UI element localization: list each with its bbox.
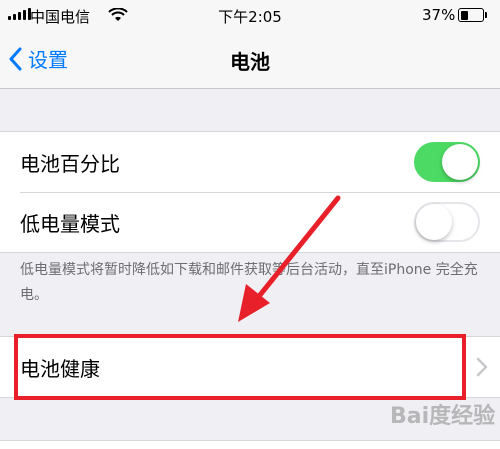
battery-tip — [485, 12, 487, 18]
next-group-edge — [0, 440, 500, 449]
toggle-knob — [442, 144, 478, 180]
battery-icon — [458, 8, 484, 22]
watermark-logo: Bai度经验 — [390, 404, 496, 429]
low-power-mode-description: 低电量模式将暂时降低如下载和邮件获取等后台活动，直至iPhone 完全充电。 — [20, 262, 478, 303]
toggle-knob — [416, 204, 452, 240]
battery-percentage-row: 电池百分比 — [0, 132, 500, 192]
chevron-right-icon — [476, 357, 488, 377]
page-title: 电池 — [230, 50, 270, 74]
navigation-bar: 设置 电池 — [0, 32, 500, 89]
battery-settings-screen: 中国电信 下午2:05 37% 设置 电池 电池百分比 低电量模式 低电量模式将… — [0, 0, 500, 449]
battery-percentage-toggle[interactable] — [414, 142, 480, 182]
battery-health-row[interactable]: 电池健康 — [0, 337, 500, 397]
battery-percentage-label: 电池百分比 — [20, 151, 120, 176]
battery-fill — [460, 10, 469, 20]
low-power-mode-label: 低电量模式 — [20, 211, 120, 236]
battery-health-label: 电池健康 — [20, 356, 100, 381]
status-bar: 中国电信 下午2:05 37% — [0, 0, 500, 32]
low-power-mode-row: 低电量模式 — [0, 192, 500, 252]
battery-percent-text: 37% — [422, 6, 456, 24]
low-power-mode-toggle[interactable] — [414, 202, 480, 242]
battery-health-group: 电池健康 — [0, 336, 500, 398]
battery-options-group: 电池百分比 低电量模式 — [0, 131, 500, 253]
